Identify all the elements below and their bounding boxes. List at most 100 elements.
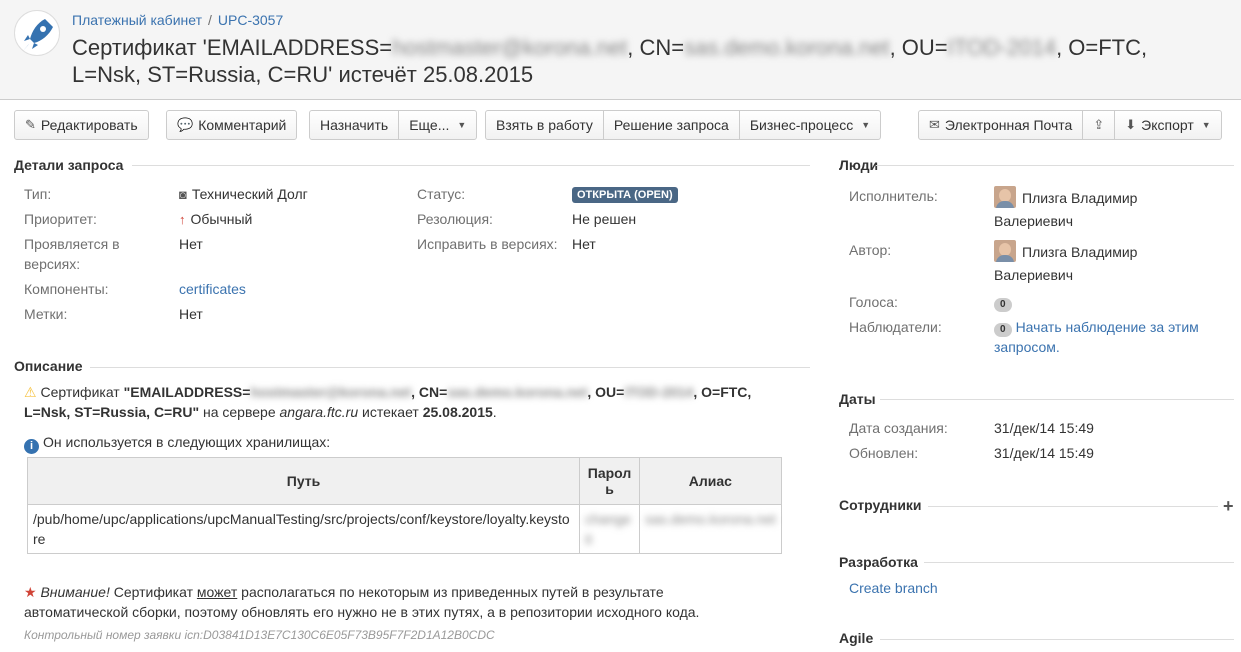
warning-emphasis: Внимание! [40, 584, 110, 600]
column-header-password: Пароль [579, 457, 640, 505]
breadcrumb-issue-key-link[interactable]: UPC-3057 [218, 12, 283, 28]
comment-button[interactable]: 💬 Комментарий [166, 110, 298, 140]
tech-debt-icon: ◙ [179, 187, 187, 202]
priority-up-arrow-icon: ↑ [179, 212, 186, 227]
export-dropdown[interactable]: ⬇ Экспорт ▼ [1115, 111, 1220, 139]
breadcrumb-separator: / [208, 12, 212, 28]
chevron-down-icon: ▼ [861, 120, 871, 130]
title-ou-redacted: ITOD-2014 [947, 35, 1057, 60]
info-icon: i [24, 439, 39, 454]
table-row: /pub/home/upc/applications/upcManualTest… [27, 504, 782, 554]
description-bold: "EMAILADDRESS= [123, 384, 251, 400]
divider [90, 367, 810, 368]
dates-heading: Даты [839, 391, 876, 407]
download-icon: ⬇ [1125, 117, 1137, 132]
share-group: ✉ Электронная Почта ⇪ ⬇ Экспорт ▼ [918, 110, 1222, 140]
create-branch-link[interactable]: Create branch [849, 578, 938, 598]
watchers-label: Наблюдатели: [849, 319, 942, 335]
path-cell: /pub/home/upc/applications/upcManualTest… [27, 504, 580, 554]
breadcrumb-project-link[interactable]: Платежный кабинет [72, 12, 202, 28]
updated-value: 31/дек/14 15:49 [994, 445, 1094, 461]
divider [132, 165, 810, 166]
fix-version-label: Исправить в версиях: [417, 236, 558, 252]
page-title: Сертификат 'EMAILADDRESS=hostmaster@koro… [72, 34, 1172, 88]
issue-header: Платежный кабинет / UPC-3057 Сертификат 'E… [0, 0, 1241, 100]
components-link[interactable]: certificates [179, 279, 246, 299]
reporter-label: Автор: [849, 242, 892, 258]
divider [924, 562, 1234, 563]
expiry-date: 25.08.2015 [422, 404, 493, 420]
add-staff-plus-icon[interactable]: + [1223, 496, 1234, 516]
share-button[interactable]: ⇪ [1083, 111, 1116, 139]
reporter-name: Плизга Владимир [1022, 244, 1138, 260]
workflow-dropdown-label: Бизнес-процесс [749, 117, 854, 133]
edit-button-label: Редактировать [40, 117, 138, 133]
watchers-value: 0 Начать наблюдение за этим [994, 317, 1199, 337]
warning-underline: может [196, 584, 238, 600]
assignee-label: Исполнитель: [849, 188, 938, 204]
type-label: Тип: [24, 186, 52, 202]
reporter-value[interactable]: Плизга Владимир [994, 240, 1137, 262]
email-button-label: Электронная Почта [944, 117, 1073, 133]
control-number: Контрольный номер заявки icn:D03841D13E7… [24, 628, 495, 642]
description-ou-redacted: ITOD-2014 [624, 384, 694, 400]
assignee-name: Плизга Владимир [1022, 190, 1138, 206]
watchers-count-badge: 0 [994, 323, 1012, 337]
column-header-alias: Алиас [639, 457, 782, 505]
more-dropdown[interactable]: Еще... ▼ [399, 111, 476, 139]
avatar [994, 240, 1016, 262]
divider [876, 165, 1234, 166]
warning-text: располагаться по некоторым из приведенны… [237, 584, 664, 600]
edit-button[interactable]: ✎ Редактировать [14, 110, 149, 140]
column-header-path: Путь [27, 457, 580, 505]
divider [928, 506, 1218, 507]
description-cn-redacted: sas.demo.korona.net [447, 384, 588, 400]
project-avatar-rocket-icon[interactable] [14, 10, 60, 56]
workflow-dropdown[interactable]: Бизнес-процесс ▼ [740, 111, 880, 139]
alias-cell-redacted: sas.demo.korona.net [639, 504, 782, 554]
chevron-down-icon: ▼ [457, 120, 467, 130]
affects-value: Нет [179, 236, 203, 252]
votes-label: Голоса: [849, 294, 898, 310]
description-info-line: i Он используется в следующих хранилищах: [24, 432, 330, 454]
keystore-table: Путь Пароль Алиас /pub/home/upc/applicat… [27, 457, 782, 554]
status-label: Статус: [417, 186, 466, 202]
affects-label: Проявляется в версиях: [24, 236, 120, 272]
type-text: Технический Долг [191, 186, 308, 202]
start-watching-link[interactable]: Начать наблюдение за этим [1016, 319, 1199, 335]
votes-value[interactable]: 0 [994, 292, 1016, 312]
assign-group: Назначить Еще... ▼ [309, 110, 478, 140]
server-name: angara.ftc.ru [279, 404, 359, 420]
export-dropdown-label: Экспорт [1141, 117, 1194, 133]
description-text: . [492, 404, 497, 420]
title-email-redacted: hostmaster@korona.net [392, 35, 628, 60]
assignee-value[interactable]: Плизга Владимир [994, 186, 1137, 208]
resolve-button[interactable]: Решение запроса [604, 111, 740, 139]
workflow-group: Взять в работу Решение запроса Бизнес-пр… [485, 110, 882, 140]
votes-count-badge: 0 [994, 298, 1012, 312]
title-text: Сертификат 'EMAILADDRESS= [72, 35, 393, 60]
type-value: ◙ Технический Долг [179, 184, 308, 205]
avatar [994, 186, 1016, 208]
resolve-button-label: Решение запроса [613, 117, 729, 133]
title-text: , CN= [627, 35, 685, 60]
start-watching-link-line2[interactable]: запросом. [994, 337, 1060, 357]
pencil-icon: ✎ [25, 117, 36, 132]
reporter-name-line2: Валериевич [994, 267, 1074, 283]
email-button[interactable]: ✉ Электронная Почта [919, 111, 1084, 139]
info-text: Он используется в следующих хранилищах: [43, 434, 331, 450]
details-heading: Детали запроса [14, 157, 124, 173]
description-heading: Описание [14, 358, 83, 374]
breadcrumb: Платежный кабинет / UPC-3057 [72, 12, 283, 28]
resolution-label: Резолюция: [417, 211, 493, 227]
star-icon: ★ [24, 584, 37, 600]
priority-value: ↑ Обычный [179, 209, 252, 230]
start-progress-button[interactable]: Взять в работу [486, 111, 604, 139]
table-header-row: Путь Пароль Алиас [27, 457, 782, 505]
description-server-line: L=Nsk, ST=Russia, C=RU" на сервере angar… [24, 402, 497, 422]
components-label: Компоненты: [24, 281, 109, 297]
assign-button[interactable]: Назначить [310, 111, 400, 139]
staff-heading: Сотрудники [839, 497, 922, 513]
priority-text: Обычный [190, 211, 253, 227]
share-icon: ⇪ [1093, 117, 1105, 132]
